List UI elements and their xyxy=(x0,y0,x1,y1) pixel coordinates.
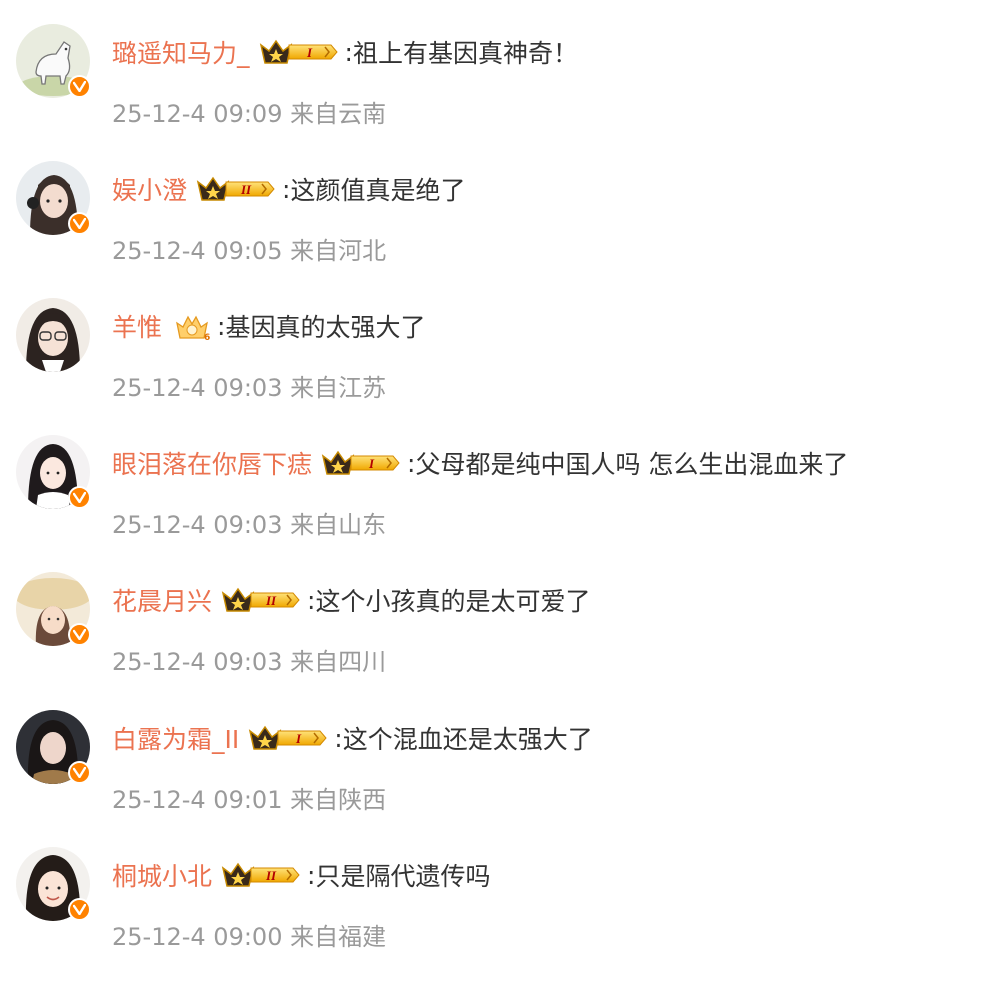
svg-text:I: I xyxy=(295,731,302,746)
crown-badge-icon[interactable]: II xyxy=(196,174,276,204)
timestamp: 25-12-4 09:03 xyxy=(112,648,283,676)
location: 来自江苏 xyxy=(290,374,387,402)
username-link[interactable]: 羊惟 xyxy=(112,308,162,344)
username-link[interactable]: 璐遥知马力_ xyxy=(112,34,250,70)
username-link[interactable]: 眼泪落在你唇下痣 xyxy=(112,445,312,481)
comment-meta: 25-12-4 09:05 来自河北 xyxy=(112,231,386,266)
separator: : xyxy=(334,723,343,753)
separator: : xyxy=(407,448,416,478)
comment-text: 这个小孩真的是太可爱了 xyxy=(315,587,591,616)
username-link[interactable]: 娱小澄 xyxy=(112,171,187,207)
comment-meta: 25-12-4 09:09 来自云南 xyxy=(112,94,386,129)
location: 来自四川 xyxy=(290,648,387,676)
crown-badge-icon[interactable]: I xyxy=(321,448,401,478)
avatar[interactable] xyxy=(16,847,91,921)
comment-meta: 25-12-4 09:00 来自福建 xyxy=(112,917,386,952)
crown-badge-icon[interactable]: I xyxy=(259,37,339,67)
comment-meta: 25-12-4 09:03 来自江苏 xyxy=(112,368,386,403)
location: 来自福建 xyxy=(290,923,387,951)
avatar[interactable] xyxy=(16,298,90,372)
crown-badge-icon[interactable]: I xyxy=(248,723,328,753)
username-link[interactable]: 桐城小北 xyxy=(112,857,212,893)
comment-item: 花晨月兴 II : 这个小孩真的是太可爱了 25-12-4 09:03 来自四川 xyxy=(0,572,1000,709)
timestamp: 25-12-4 09:03 xyxy=(112,374,283,402)
verified-icon xyxy=(68,486,91,509)
comment-meta: 25-12-4 09:03 来自山东 xyxy=(112,505,386,540)
comment-meta: 25-12-4 09:03 来自四川 xyxy=(112,642,386,677)
separator: : xyxy=(307,585,316,615)
comment-text: 祖上有基因真神奇！ xyxy=(352,39,578,68)
timestamp: 25-12-4 09:00 xyxy=(112,923,283,951)
avatar[interactable] xyxy=(16,161,91,235)
comment-item: 娱小澄 II : 这颜值真是绝了 25-12-4 09:05 来自河北 xyxy=(0,161,1000,298)
comment-text: 只是隔代遗传吗 xyxy=(315,862,491,891)
comment-text: 这个混血还是太强大了 xyxy=(342,725,593,754)
comment-text: 基因真的太强大了 xyxy=(225,313,426,342)
avatar[interactable] xyxy=(16,572,91,646)
verified-icon xyxy=(68,761,91,784)
svg-text:II: II xyxy=(240,182,252,197)
crown-badge-icon[interactable]: II xyxy=(221,585,301,615)
svg-text:I: I xyxy=(368,456,375,471)
fan-medal-icon[interactable]: 6 xyxy=(171,311,213,343)
timestamp: 25-12-4 09:09 xyxy=(112,100,283,128)
comment-item: 眼泪落在你唇下痣 I : 父母都是纯中国人吗 怎么生出混血来了 25-12-4 … xyxy=(0,435,1000,572)
location: 来自山东 xyxy=(290,511,387,539)
avatar[interactable] xyxy=(16,24,91,98)
comment-text: 父母都是纯中国人吗 怎么生出混血来了 xyxy=(415,450,849,479)
timestamp: 25-12-4 09:05 xyxy=(112,237,283,265)
girl-glasses-avatar-icon xyxy=(16,298,90,372)
verified-icon xyxy=(68,75,91,98)
separator: : xyxy=(282,174,291,204)
svg-text:6: 6 xyxy=(204,333,210,341)
svg-text:I: I xyxy=(306,45,313,60)
username-link[interactable]: 花晨月兴 xyxy=(112,582,212,618)
svg-text:II: II xyxy=(265,593,277,608)
timestamp: 25-12-4 09:03 xyxy=(112,511,283,539)
comment-meta: 25-12-4 09:01 来自陕西 xyxy=(112,780,386,815)
location: 来自云南 xyxy=(290,100,387,128)
verified-icon xyxy=(68,898,91,921)
comment-item: 桐城小北 II : 只是隔代遗传吗 25-12-4 09:00 来自福建 xyxy=(0,847,1000,984)
avatar[interactable] xyxy=(16,435,91,509)
separator: : xyxy=(307,860,316,890)
separator: : xyxy=(217,311,226,341)
location: 来自陕西 xyxy=(290,786,387,814)
crown-badge-icon[interactable]: II xyxy=(221,860,301,890)
comment-item: 璐遥知马力_ I : 祖上有基因真神奇！ 25-12-4 09:09 来自云南 xyxy=(0,24,1000,161)
svg-text:II: II xyxy=(265,868,277,883)
comment-item: 羊惟 6 : 基因真的太强大了 25-12-4 09:03 来自江苏 xyxy=(0,298,1000,435)
avatar[interactable] xyxy=(16,710,91,784)
verified-icon xyxy=(68,212,91,235)
separator: : xyxy=(344,37,353,67)
username-link[interactable]: 白露为霜_II xyxy=(112,720,239,756)
comment-item: 白露为霜_II I : 这个混血还是太强大了 25-12-4 09:01 来自陕… xyxy=(0,710,1000,847)
comment-text: 这颜值真是绝了 xyxy=(290,176,466,205)
verified-icon xyxy=(68,623,91,646)
location: 来自河北 xyxy=(290,237,387,265)
timestamp: 25-12-4 09:01 xyxy=(112,786,283,814)
